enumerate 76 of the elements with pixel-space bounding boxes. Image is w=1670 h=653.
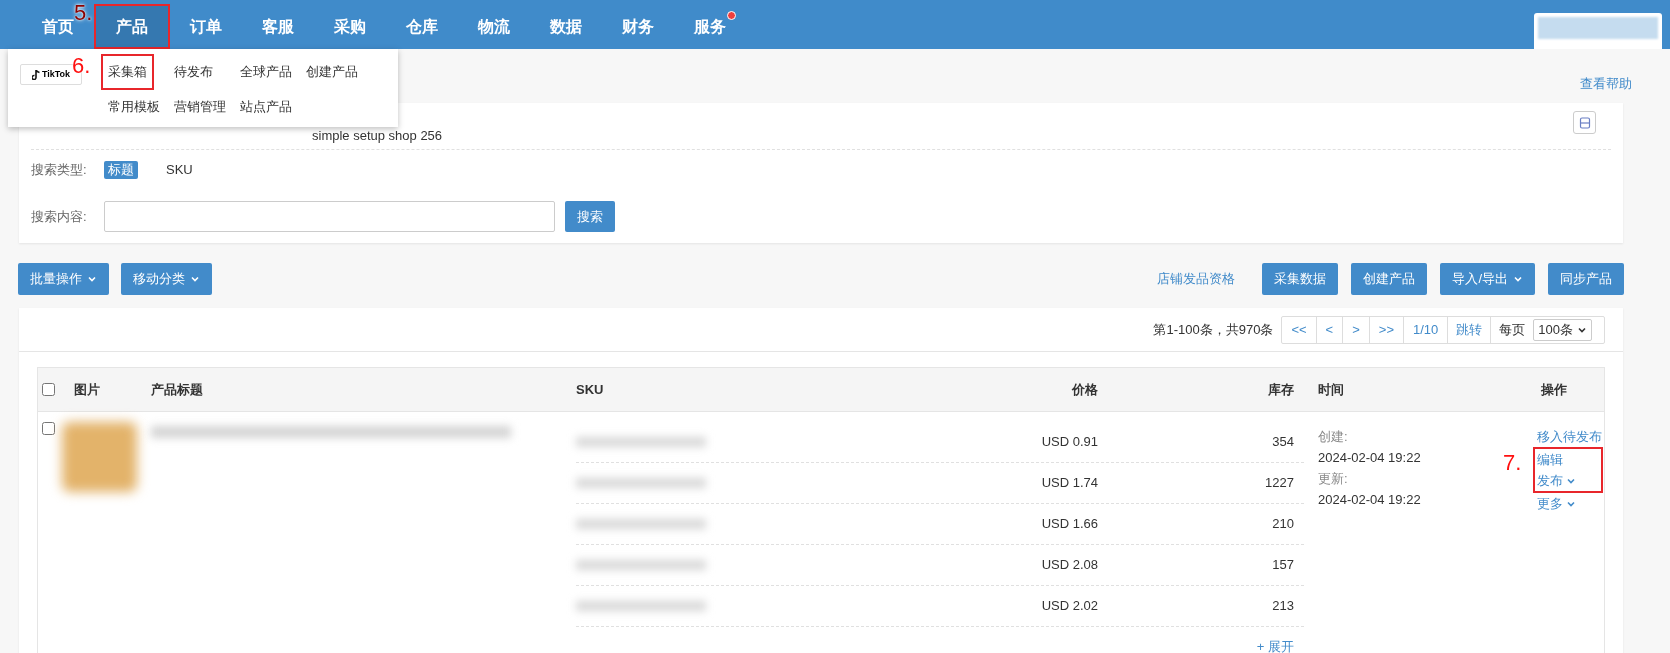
page-button[interactable]: > bbox=[1343, 316, 1370, 343]
nav-tab[interactable]: 采购 bbox=[314, 4, 386, 49]
music-note-icon bbox=[31, 69, 40, 80]
logo-text: TikTok bbox=[41, 67, 71, 81]
dropdown-button[interactable]: 移动分类 bbox=[121, 263, 212, 295]
dropdown-button[interactable]: 批量操作 bbox=[18, 263, 109, 295]
nav-tab[interactable]: 订单 bbox=[170, 4, 242, 49]
time-label: 创建: bbox=[1318, 428, 1348, 446]
page-button[interactable]: << bbox=[1282, 316, 1317, 343]
action-link[interactable]: 发布 bbox=[1537, 470, 1601, 491]
select-all-checkbox[interactable] bbox=[42, 383, 55, 396]
menu-item[interactable]: 全球产品 bbox=[240, 62, 292, 82]
nav-tab[interactable]: 客服 bbox=[242, 4, 314, 49]
nav-tab[interactable]: 产品 bbox=[94, 4, 170, 49]
annotation-number: 5. bbox=[74, 0, 93, 25]
stock-cell-text: 1227 bbox=[1264, 474, 1295, 493]
help-link[interactable]: 查看帮助 bbox=[1580, 73, 1632, 93]
per-page-select[interactable]: 100条 bbox=[1533, 318, 1592, 341]
menu-item[interactable]: 创建产品 bbox=[306, 62, 358, 82]
page-button[interactable]: 1/10 bbox=[1404, 316, 1449, 343]
filter-label: 搜索类型: bbox=[31, 161, 88, 180]
price-cell-text: USD 1.74 bbox=[1040, 474, 1099, 493]
jump-button[interactable]: 跳转 bbox=[1448, 316, 1492, 343]
per-page-label: 每页 bbox=[1498, 320, 1527, 339]
time-label: 更新: bbox=[1318, 470, 1348, 488]
column-header: 时间 bbox=[1318, 381, 1344, 397]
menu-item[interactable]: 站点产品 bbox=[240, 97, 292, 117]
stock-cell-text: 354 bbox=[1271, 433, 1295, 452]
stock-cell-text: 210 bbox=[1271, 515, 1295, 534]
search-type-option[interactable]: SKU bbox=[162, 161, 197, 179]
search-button[interactable]: 搜索 bbox=[565, 201, 615, 232]
price-cell-text: USD 0.91 bbox=[1040, 433, 1099, 452]
menu-item[interactable]: 待发布 bbox=[174, 62, 213, 82]
page-button[interactable]: >> bbox=[1369, 316, 1404, 343]
pagination-summary: 第1-100条，共970条 bbox=[1153, 320, 1274, 339]
column-header: SKU bbox=[576, 381, 604, 397]
price-cell-text: USD 1.66 bbox=[1040, 515, 1099, 534]
row-checkbox[interactable] bbox=[42, 422, 55, 435]
search-field[interactable] bbox=[104, 201, 555, 232]
chevron-down-icon bbox=[87, 274, 97, 284]
annotation-number: 7. bbox=[1503, 450, 1522, 475]
column-header: 操作 bbox=[1541, 381, 1567, 397]
column-header: 产品标题 bbox=[151, 381, 203, 397]
qualification-link[interactable]: 店铺发品资格 bbox=[1157, 269, 1236, 289]
action-link[interactable]: 移入待发布 bbox=[1537, 426, 1608, 447]
action-link[interactable]: 更多 bbox=[1537, 493, 1608, 514]
stock-cell-text: 213 bbox=[1271, 597, 1295, 616]
price-cell-text: USD 2.08 bbox=[1040, 556, 1099, 575]
nav-tab[interactable]: 财务 bbox=[602, 4, 674, 49]
page-button[interactable]: < bbox=[1316, 316, 1344, 343]
nav-tab[interactable]: 物流 bbox=[458, 4, 530, 49]
menu-item[interactable]: 营销管理 bbox=[174, 97, 226, 117]
shop-name[interactable]: simple setup shop 256 bbox=[312, 125, 443, 145]
nav-tab[interactable]: 数据 bbox=[530, 4, 602, 49]
chevron-down-icon bbox=[190, 274, 200, 284]
collapse-icon bbox=[1578, 116, 1591, 129]
toolbar-button[interactable]: 创建产品 bbox=[1351, 263, 1428, 295]
stock-cell-text: 157 bbox=[1271, 556, 1295, 575]
action-link[interactable]: 编辑 bbox=[1537, 449, 1601, 470]
collapse-button[interactable] bbox=[1573, 111, 1596, 134]
column-header: 价格 bbox=[1072, 381, 1098, 397]
menu-item[interactable]: 常用模板 bbox=[108, 97, 160, 117]
toolbar-button[interactable]: 导入/导出 bbox=[1440, 263, 1535, 295]
chevron-down-icon bbox=[1513, 274, 1523, 284]
nav-tab[interactable]: 服务 bbox=[674, 4, 746, 49]
filter-label: 搜索内容: bbox=[31, 207, 88, 226]
expand-link[interactable]: + 展开 bbox=[1256, 637, 1294, 653]
column-header: 库存 bbox=[1268, 381, 1294, 397]
price-cell-text: USD 2.02 bbox=[1040, 597, 1099, 616]
search-type-option[interactable]: 标题 bbox=[104, 161, 138, 179]
updated-time: 2024-02-04 19:22 bbox=[1318, 491, 1421, 509]
created-time: 2024-02-04 19:22 bbox=[1318, 449, 1421, 467]
toolbar-button[interactable]: 同步产品 bbox=[1548, 263, 1624, 295]
nav-tab[interactable]: 仓库 bbox=[386, 4, 458, 49]
toolbar-button[interactable]: 采集数据 bbox=[1262, 263, 1339, 295]
column-header: 图片 bbox=[74, 381, 100, 397]
